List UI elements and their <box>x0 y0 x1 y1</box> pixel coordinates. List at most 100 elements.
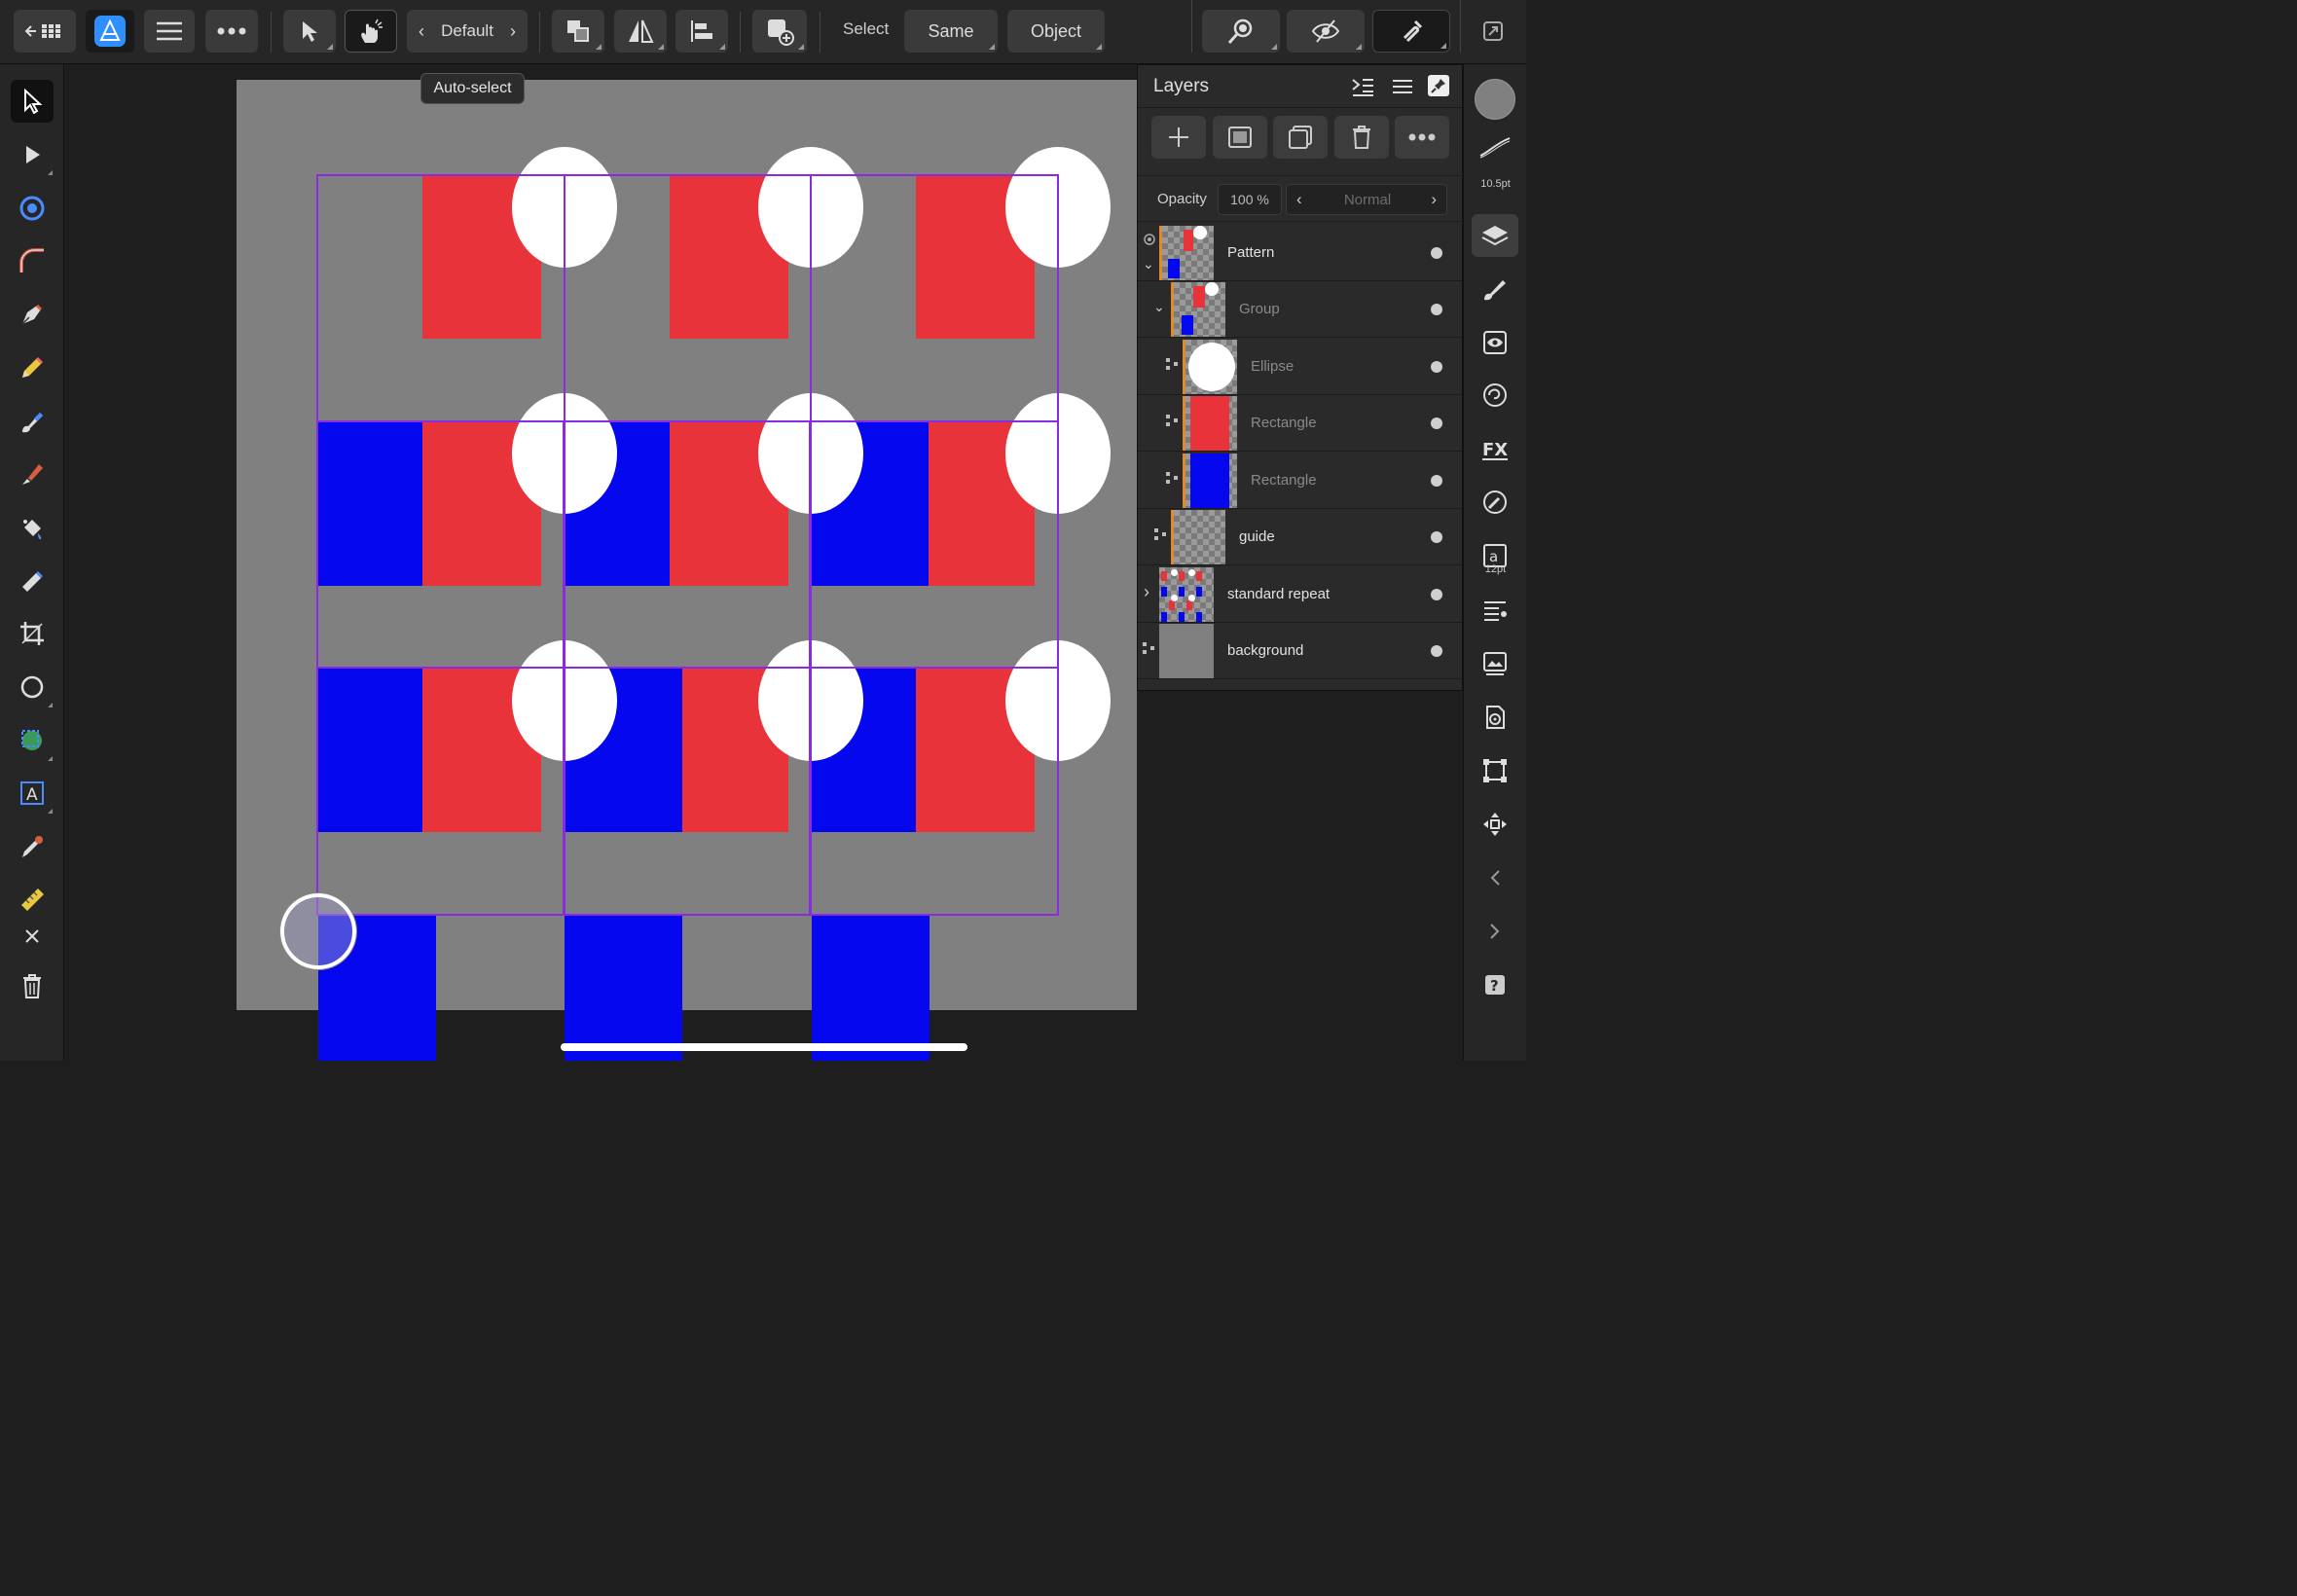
paragraph-studio-button[interactable] <box>1472 590 1518 633</box>
help-button[interactable]: ? <box>1472 963 1518 1006</box>
visibility-dot[interactable] <box>1431 361 1442 373</box>
layer-more-button[interactable] <box>1395 116 1449 159</box>
crop-tool[interactable] <box>11 612 54 655</box>
layer-row-rectangle-blue[interactable]: Rectangle <box>1138 453 1462 509</box>
view-mode-button[interactable] <box>1287 10 1365 53</box>
chevron-right-icon[interactable]: › <box>1431 190 1437 209</box>
styles-studio-button[interactable] <box>1472 481 1518 524</box>
chevron-right-icon[interactable]: › <box>1144 582 1149 602</box>
visibility-dot[interactable] <box>1431 589 1442 600</box>
brushes-studio-button[interactable] <box>1472 268 1518 310</box>
layer-thumbnail <box>1159 226 1214 280</box>
layer-row-ellipse[interactable]: Ellipse <box>1138 339 1462 395</box>
blue-rectangle[interactable] <box>565 915 682 1061</box>
shape-tool[interactable] <box>11 666 54 708</box>
layer-name: standard repeat <box>1227 586 1331 602</box>
snapping-button[interactable] <box>1372 10 1450 53</box>
contour-tool[interactable] <box>11 187 54 230</box>
link-icon <box>1144 234 1155 245</box>
home-indicator[interactable] <box>561 1043 967 1051</box>
color-swatch-button[interactable] <box>1472 78 1518 121</box>
vector-brush-tool[interactable] <box>11 400 54 443</box>
add-layer-button[interactable] <box>1151 116 1206 159</box>
blend-mode-selector[interactable]: ‹ Normal › <box>1286 184 1447 215</box>
layer-row-standard-repeat[interactable]: › standard repeat <box>1138 566 1462 623</box>
hand-tap-icon <box>361 18 383 43</box>
appearance-studio-button[interactable] <box>1472 374 1518 417</box>
visibility-dot[interactable] <box>1431 304 1442 315</box>
select-object-button[interactable]: Object <box>1007 10 1105 53</box>
chevron-down-icon[interactable]: ⌄ <box>1153 299 1165 315</box>
layer-thumbnail <box>1159 624 1214 678</box>
adjustments-studio-button[interactable] <box>1472 321 1518 364</box>
visibility-dot[interactable] <box>1431 475 1442 487</box>
collapse-panel-icon[interactable] <box>1350 75 1375 98</box>
layer-row-group[interactable]: ⌄ Group <box>1138 281 1462 338</box>
swirl-icon <box>1483 383 1507 407</box>
pen-tool[interactable] <box>11 293 54 336</box>
preset-selector[interactable]: ‹ Default › <box>407 10 528 53</box>
arrange-button[interactable] <box>552 10 604 53</box>
delete-layer-button[interactable] <box>1334 116 1389 159</box>
close-tool[interactable] <box>11 915 54 958</box>
panel-menu-icon[interactable] <box>1390 75 1415 98</box>
chevron-left-icon[interactable]: ‹ <box>419 21 424 42</box>
visibility-dot[interactable] <box>1431 417 1442 429</box>
text-tool[interactable]: A <box>11 772 54 815</box>
layer-row-background[interactable]: background <box>1138 623 1462 679</box>
blue-rectangle[interactable] <box>812 915 930 1061</box>
corner-tool[interactable] <box>11 239 54 282</box>
designer-persona-button[interactable] <box>86 10 134 53</box>
trash-icon <box>1353 126 1370 149</box>
pin-panel-icon[interactable] <box>1428 75 1449 96</box>
layer-row-guide[interactable]: guide <box>1138 509 1462 565</box>
group-layer-button[interactable] <box>1273 116 1328 159</box>
navigator-studio-button[interactable] <box>1472 803 1518 846</box>
layers-studio-button[interactable] <box>1472 214 1518 257</box>
layer-row-pattern[interactable]: ⌄ Pattern <box>1138 225 1462 281</box>
more-options-button[interactable] <box>205 10 258 53</box>
fill-tool[interactable] <box>11 506 54 549</box>
pencil-icon <box>22 356 44 378</box>
pencil-tool[interactable] <box>11 346 54 389</box>
flip-button[interactable] <box>614 10 667 53</box>
hide-studio-left-button[interactable] <box>1472 856 1518 899</box>
fullscreen-button[interactable] <box>1474 10 1513 53</box>
transform-box-icon <box>1483 759 1507 782</box>
main-menu-button[interactable] <box>144 10 195 53</box>
move-tool[interactable] <box>11 80 54 123</box>
ellipse-shape-icon <box>20 675 44 699</box>
move-tool-button[interactable] <box>283 10 336 53</box>
color-picker-tool[interactable] <box>11 825 54 868</box>
settings-studio-button[interactable] <box>1472 696 1518 739</box>
visibility-dot[interactable] <box>1431 645 1442 657</box>
node-tool[interactable] <box>11 133 54 176</box>
select-same-button[interactable]: Same <box>904 10 998 53</box>
chevron-right-icon[interactable]: › <box>510 21 516 42</box>
blend-mode-value: Normal <box>1343 192 1392 208</box>
document-artboard[interactable] <box>237 80 1137 1061</box>
insert-button[interactable] <box>752 10 807 53</box>
transparency-tool[interactable] <box>11 560 54 602</box>
visibility-dot[interactable] <box>1431 531 1442 543</box>
opacity-field[interactable]: 100 % <box>1218 184 1282 215</box>
effects-studio-button[interactable]: FX <box>1472 427 1518 470</box>
align-button[interactable] <box>675 10 728 53</box>
chevron-down-icon[interactable]: ⌄ <box>1143 256 1154 272</box>
assets-studio-button[interactable] <box>1472 642 1518 685</box>
delete-tool[interactable] <box>11 964 54 1007</box>
visibility-dot[interactable] <box>1431 247 1442 259</box>
selection-outline <box>564 174 565 422</box>
auto-select-button[interactable] <box>345 10 397 53</box>
trash-icon <box>23 974 41 998</box>
pixel-brush-tool[interactable] <box>11 453 54 495</box>
zoom-button[interactable] <box>1202 10 1280 53</box>
stroke-panel-button[interactable] <box>1472 130 1518 163</box>
canvas[interactable] <box>64 64 1139 1061</box>
place-image-tool[interactable] <box>11 719 54 762</box>
mask-layer-button[interactable] <box>1213 116 1267 159</box>
back-to-gallery-button[interactable] <box>14 10 76 53</box>
hide-studio-right-button[interactable] <box>1472 910 1518 953</box>
transform-studio-button[interactable] <box>1472 749 1518 792</box>
layer-row-rectangle-red[interactable]: Rectangle <box>1138 395 1462 452</box>
